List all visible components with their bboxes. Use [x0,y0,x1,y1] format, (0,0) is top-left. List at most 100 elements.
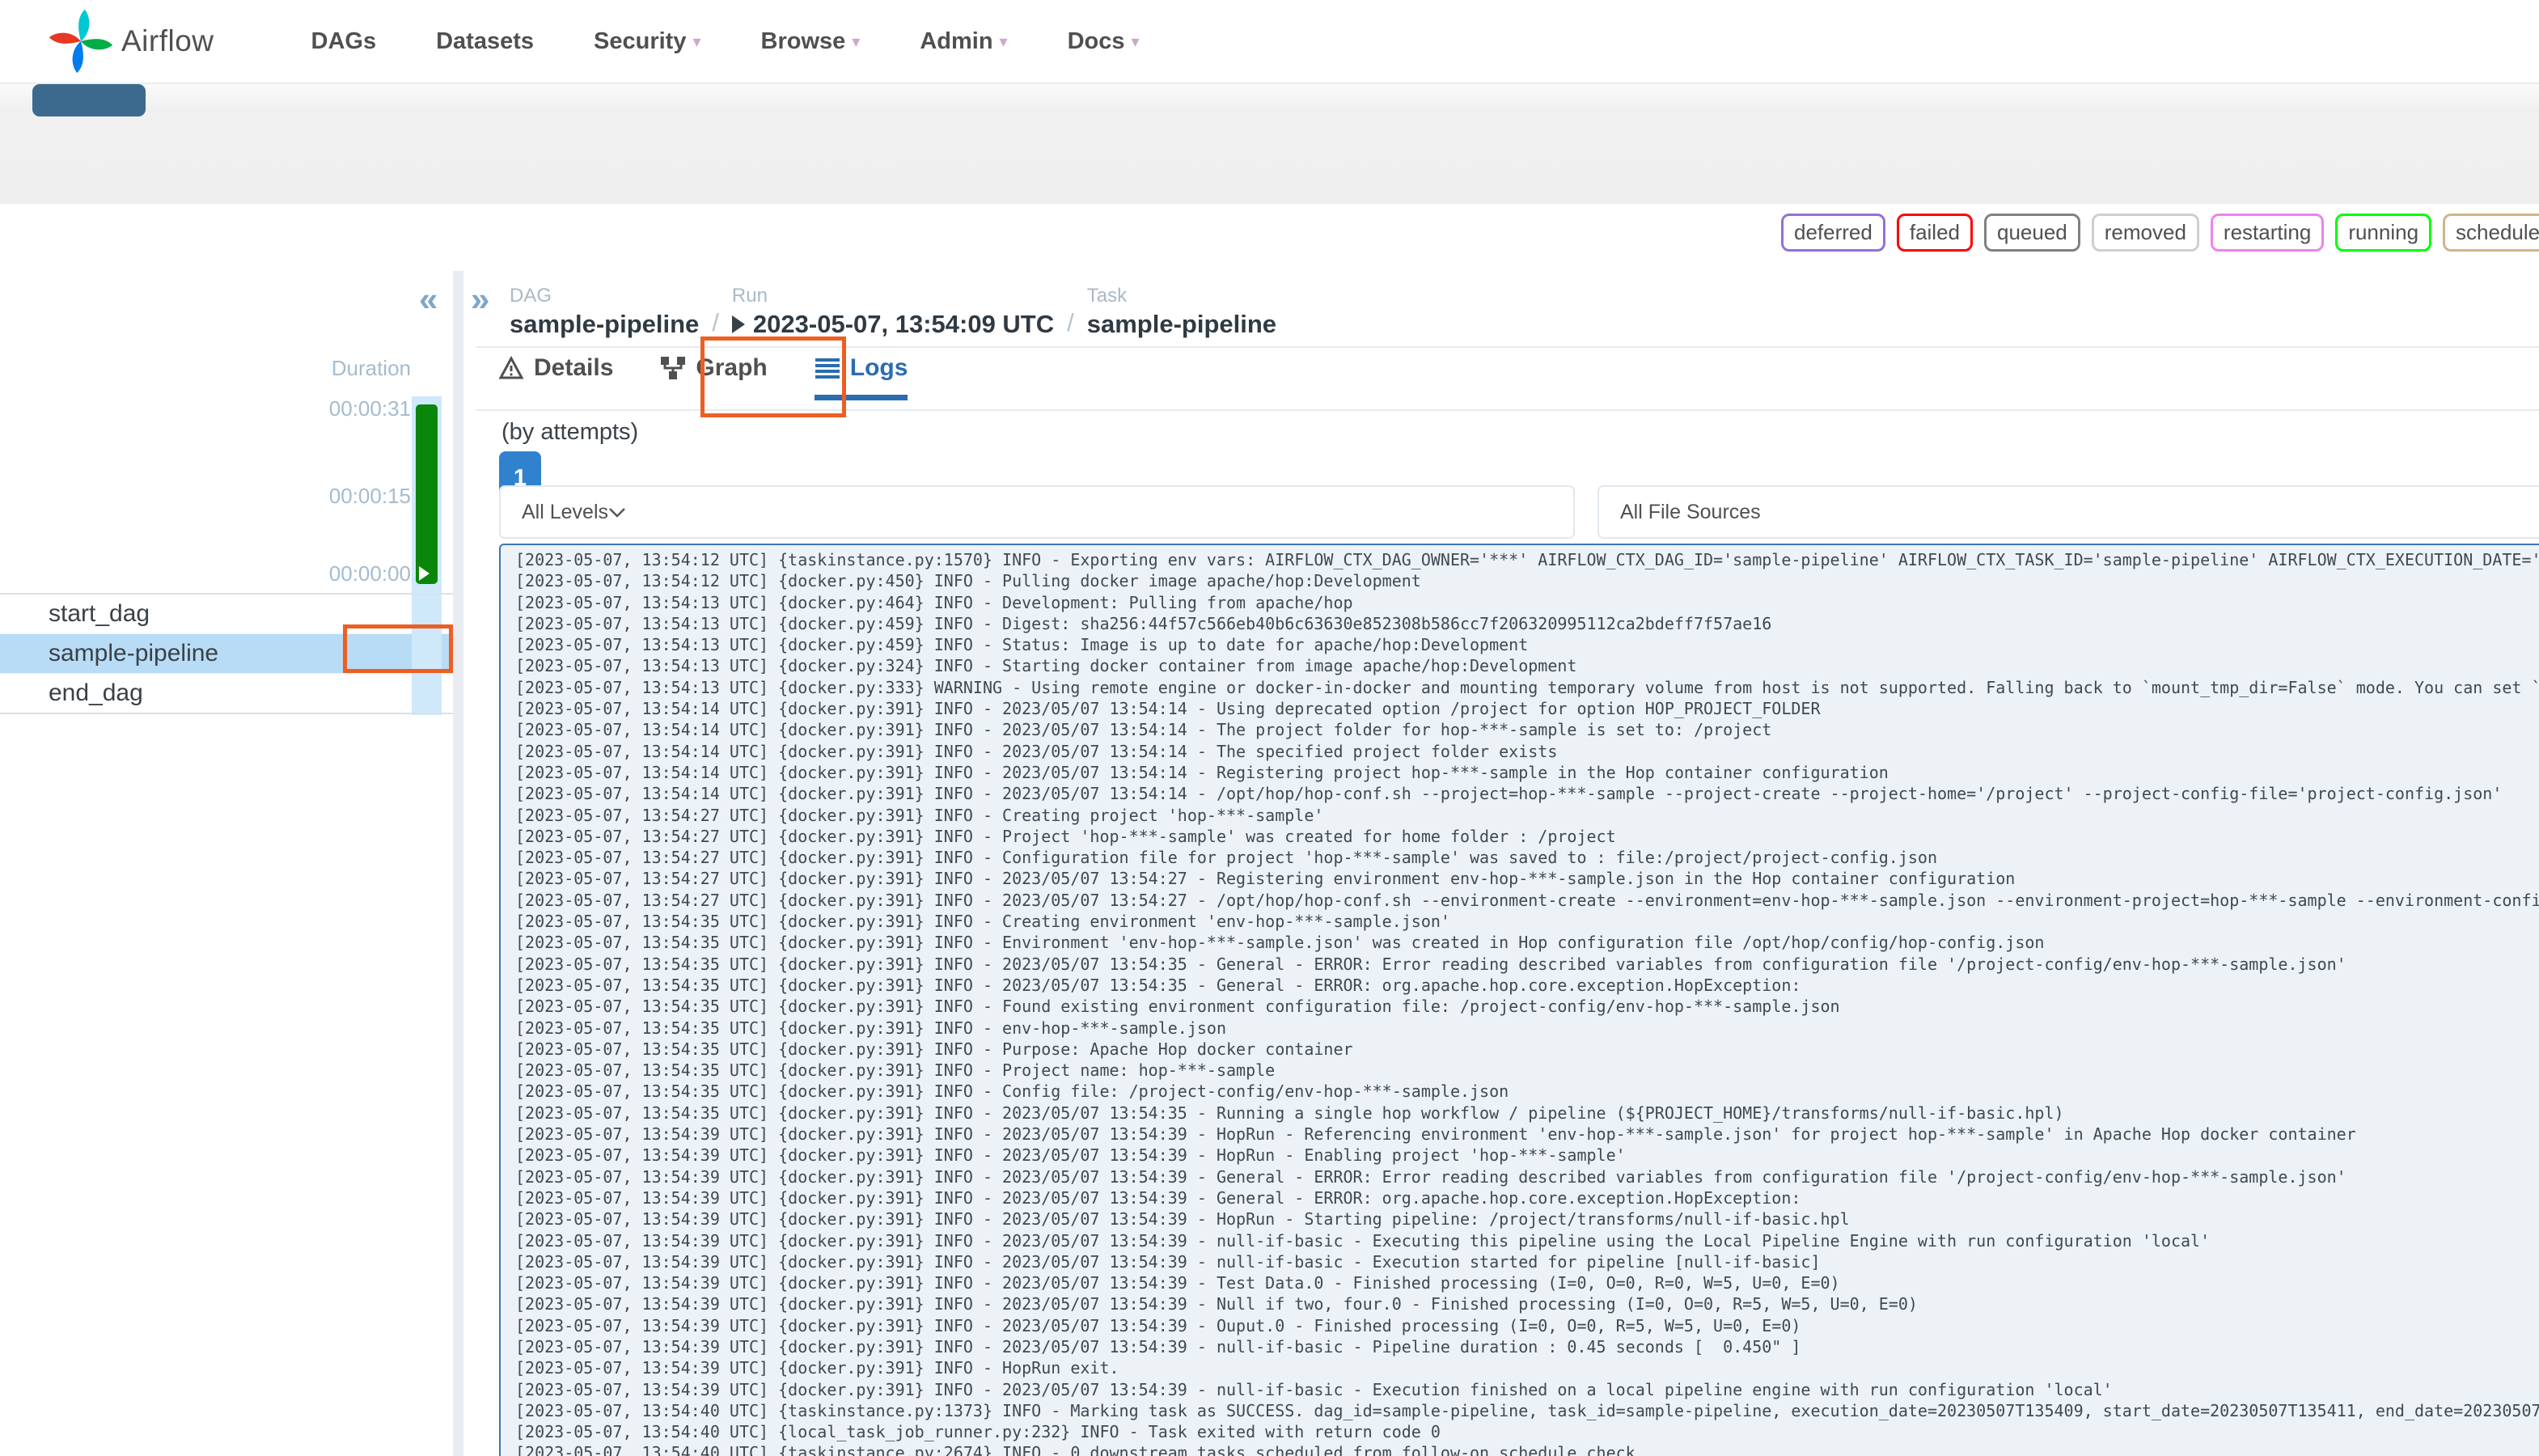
run-play-icon [419,566,430,581]
log-line: [2023-05-07, 13:54:13 UTC] {docker.py:45… [515,613,1772,633]
nav-menu-item-label: Security [594,28,687,54]
log-output-box[interactable]: [2023-05-07, 13:54:12 UTC] {taskinstance… [499,544,2539,1456]
log-line: [2023-05-07, 13:54:35 UTC] {docker.py:39… [515,1081,1509,1102]
log-line: [2023-05-07, 13:54:35 UTC] {docker.py:39… [515,975,1801,995]
nav-menu-item[interactable]: Security ▾ [594,28,701,55]
log-line: [2023-05-07, 13:54:27 UTC] {docker.py:39… [515,848,1937,868]
log-line: [2023-05-07, 13:54:39 UTC] {docker.py:39… [515,1187,1801,1208]
status-badge[interactable]: queued [1984,214,2080,252]
log-line: [2023-05-07, 13:54:40 UTC] {taskinstance… [515,1400,2539,1420]
log-line: [2023-05-07, 13:54:35 UTC] {docker.py:39… [515,1060,1276,1081]
log-line: [2023-05-07, 13:54:40 UTC] {taskinstance… [515,1443,1636,1456]
task-row[interactable]: end_dag [0,674,453,713]
log-line: [2023-05-07, 13:54:39 UTC] {docker.py:39… [515,1315,1801,1335]
duration-axis-label: Duration [331,356,411,380]
status-badge[interactable]: running [2335,214,2432,252]
nav-menu-item[interactable]: DAGs [311,28,377,55]
nav-menu-item-label: DAGs [311,28,377,54]
run-duration-bar[interactable] [416,404,438,584]
log-line: [2023-05-07, 13:54:27 UTC] {docker.py:39… [515,805,1324,825]
tab-details-label: Details [534,354,614,381]
nav-menu-item-label: Admin [920,28,993,54]
log-levels-select[interactable]: All Levels [499,485,1575,539]
panel-divider[interactable] [453,271,463,1456]
log-line: [2023-05-07, 13:54:35 UTC] {docker.py:39… [515,1039,1353,1059]
airflow-brand[interactable]: Airflow [49,9,214,74]
nav-menu-item[interactable]: Browse ▾ [761,28,861,55]
breadcrumb-task: Task sample-pipeline [1087,285,1276,339]
chevron-down-icon: ▾ [1131,32,1140,51]
nav-menu-item-label: Datasets [436,28,535,54]
status-badge[interactable]: scheduled [2443,214,2539,252]
log-line: [2023-05-07, 13:54:27 UTC] {docker.py:39… [515,869,2016,889]
breadcrumb: DAG sample-pipeline / Run 2023-05-07, 13… [510,285,1276,339]
run-state-legend: deferred failed queued removed restartin… [1781,214,2539,252]
nav-menu-item[interactable]: Datasets [436,28,534,55]
chevron-down-icon: ▾ [692,32,701,51]
nav-menu-item-label: Browse [760,28,846,54]
breadcrumb-task-value[interactable]: sample-pipeline [1087,310,1276,339]
task-name: start_dag [49,600,150,627]
airflow-app: Airflow DAGs Datasets Security ▾ Browse … [0,0,2539,1456]
log-line: [2023-05-07, 13:54:13 UTC] {docker.py:45… [515,635,1529,655]
log-line: [2023-05-07, 13:54:39 UTC] {docker.py:39… [515,1358,1119,1378]
log-line: [2023-05-07, 13:54:14 UTC] {docker.py:39… [515,741,1558,761]
by-attempts-label: (by attempts) [501,419,639,445]
log-line: [2023-05-07, 13:54:39 UTC] {docker.py:39… [515,1251,1821,1272]
top-navbar: Airflow DAGs Datasets Security ▾ Browse … [0,0,2539,84]
task-name: end_dag [49,679,143,706]
tab-logs-label: Logs [849,354,908,381]
log-line: [2023-05-07, 13:54:14 UTC] {docker.py:39… [515,784,2503,804]
log-line: [2023-05-07, 13:54:35 UTC] {docker.py:39… [515,997,1840,1017]
log-line: [2023-05-07, 13:54:40 UTC] {local_task_j… [515,1422,1441,1442]
log-line: [2023-05-07, 13:54:14 UTC] {docker.py:39… [515,720,1772,740]
log-line: [2023-05-07, 13:54:12 UTC] {docker.py:45… [515,571,1421,591]
annotation-rectangle-task [343,624,453,673]
log-line: [2023-05-07, 13:54:27 UTC] {docker.py:39… [515,826,1616,846]
status-badge[interactable]: removed [2091,214,2199,252]
log-line: [2023-05-07, 13:54:39 UTC] {docker.py:39… [515,1336,1801,1357]
collapse-panel-icon[interactable]: « [419,280,438,319]
log-line: [2023-05-07, 13:54:13 UTC] {docker.py:46… [515,592,1353,612]
chevron-down-icon: ▾ [999,32,1008,51]
breadcrumb-run-text: 2023-05-07, 13:54:09 UTC [752,310,1055,338]
grid-view-button[interactable] [32,84,146,116]
breadcrumb-run-label: Run [731,285,768,307]
airflow-pinwheel-icon [49,9,113,74]
status-badge[interactable]: deferred [1781,214,1885,252]
duration-tick: 00:00:15 [328,484,411,508]
expand-panel-icon[interactable]: » [471,280,489,319]
breadcrumb-separator: / [1067,308,1074,336]
grid-separator [0,593,453,595]
breadcrumb-dag-value[interactable]: sample-pipeline [510,310,699,339]
chevron-down-icon: ▾ [852,32,861,51]
status-badge[interactable]: restarting [2210,214,2325,252]
log-line: [2023-05-07, 13:54:14 UTC] {docker.py:39… [515,762,1889,782]
details-icon [498,356,524,379]
breadcrumb-dag: DAG sample-pipeline [510,285,699,339]
chevron-down-icon [609,507,625,518]
breadcrumb-run-value[interactable]: 2023-05-07, 13:54:09 UTC [731,310,1055,339]
file-sources-select[interactable]: All File Sources [1597,485,2539,539]
grid-separator [0,713,453,714]
log-line: [2023-05-07, 13:54:39 UTC] {docker.py:39… [515,1379,2113,1399]
nav-menu-item[interactable]: Docs ▾ [1068,28,1140,55]
run-type-play-icon [731,315,745,333]
breadcrumb-run: Run 2023-05-07, 13:54:09 UTC [731,285,1055,339]
log-line: [2023-05-07, 13:54:39 UTC] {docker.py:39… [515,1294,1918,1314]
status-badge[interactable]: failed [1896,214,1973,252]
annotation-rectangle-logs-tab [700,336,846,417]
log-line: [2023-05-07, 13:54:14 UTC] {docker.py:39… [515,699,1821,719]
log-levels-value: All Levels [522,500,608,523]
nav-menu-item-label: Docs [1067,28,1125,54]
nav-menu-item[interactable]: Admin ▾ [920,28,1007,55]
log-line: [2023-05-07, 13:54:39 UTC] {docker.py:39… [515,1209,1850,1230]
log-line: [2023-05-07, 13:54:39 UTC] {docker.py:39… [515,1230,2211,1251]
nav-menu: DAGs Datasets Security ▾ Browse ▾ Admin … [311,28,1140,55]
log-line: [2023-05-07, 13:54:35 UTC] {docker.py:39… [515,912,1450,932]
log-line: [2023-05-07, 13:54:27 UTC] {docker.py:39… [515,890,2539,910]
log-line: [2023-05-07, 13:54:39 UTC] {docker.py:39… [515,1145,1626,1166]
filter-band [0,83,2539,204]
tab-details[interactable]: Details [498,354,613,400]
log-line: [2023-05-07, 13:54:35 UTC] {docker.py:39… [515,1103,2064,1123]
